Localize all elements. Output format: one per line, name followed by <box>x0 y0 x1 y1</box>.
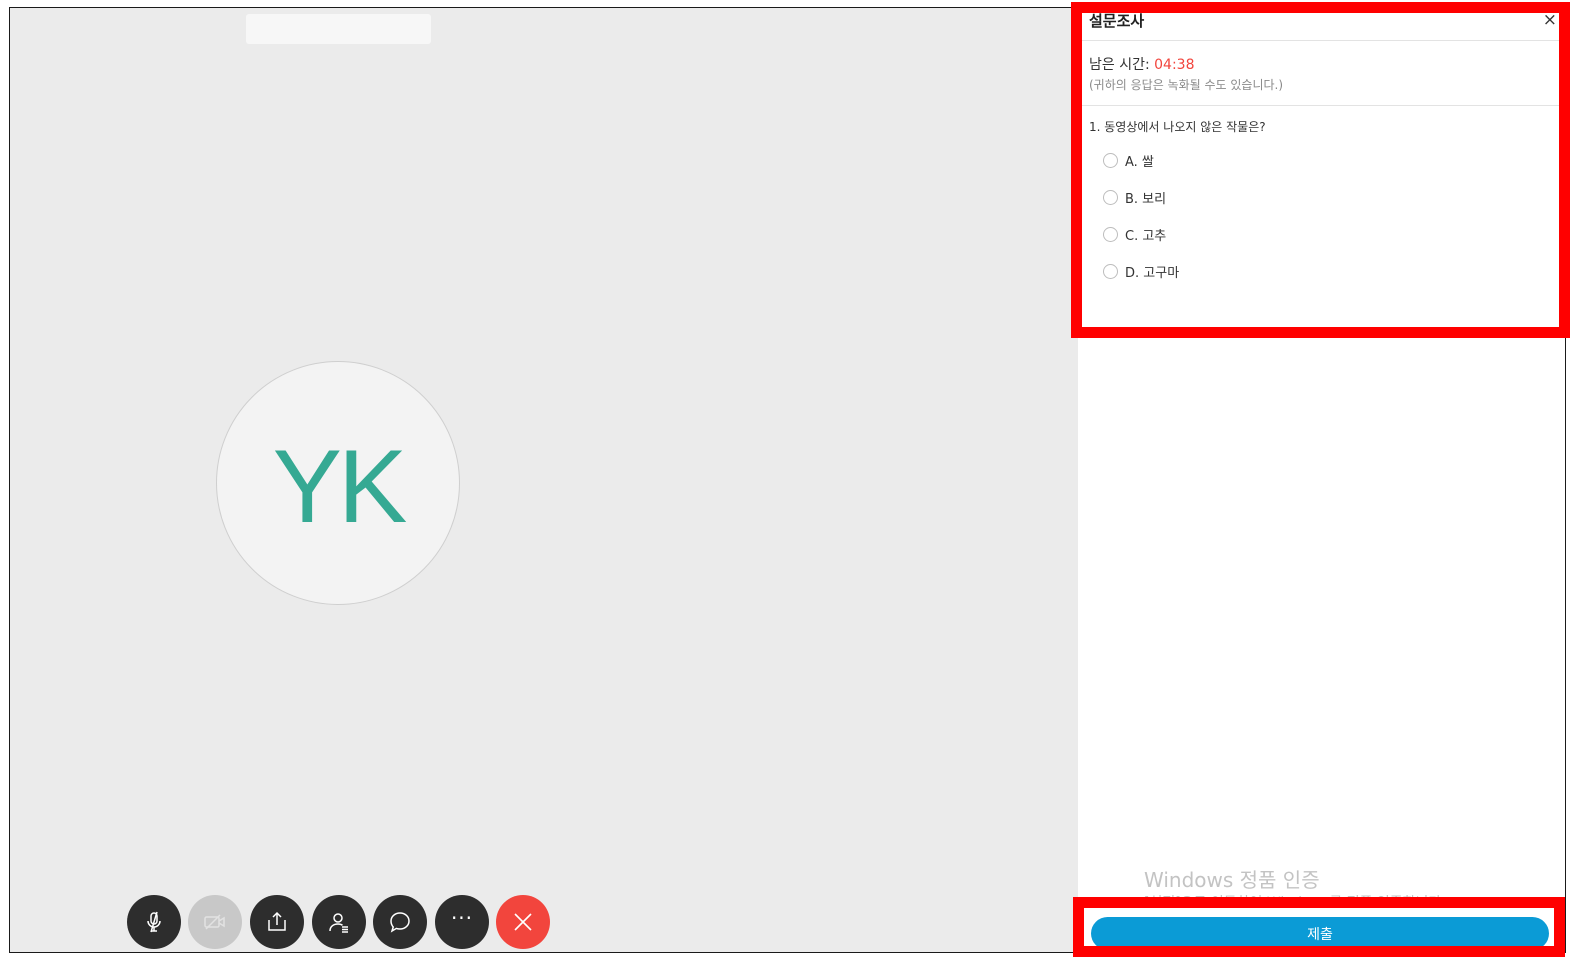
close-icon <box>514 913 532 931</box>
mute-microphone-button[interactable] <box>127 895 181 949</box>
participant-avatar: YK <box>216 361 460 605</box>
participants-button[interactable] <box>312 895 366 949</box>
leave-meeting-button[interactable] <box>496 895 550 949</box>
highlight-box-submit <box>1073 897 1565 957</box>
highlight-box-survey <box>1071 2 1570 338</box>
camera-off-icon <box>204 914 225 930</box>
avatar-initials: YK <box>272 428 408 545</box>
participant-name-tag <box>246 14 431 44</box>
more-button[interactable]: ··· <box>435 895 489 949</box>
share-screen-button[interactable] <box>250 895 304 949</box>
chat-icon <box>390 912 410 933</box>
chat-button[interactable] <box>373 895 427 949</box>
microphone-off-icon <box>147 911 161 933</box>
more-icon: ··· <box>450 906 474 930</box>
windows-activation-watermark-title: Windows 정품 인증 <box>1144 868 1320 892</box>
participants-icon <box>329 913 348 933</box>
camera-button[interactable] <box>188 895 242 949</box>
share-icon <box>268 911 286 931</box>
